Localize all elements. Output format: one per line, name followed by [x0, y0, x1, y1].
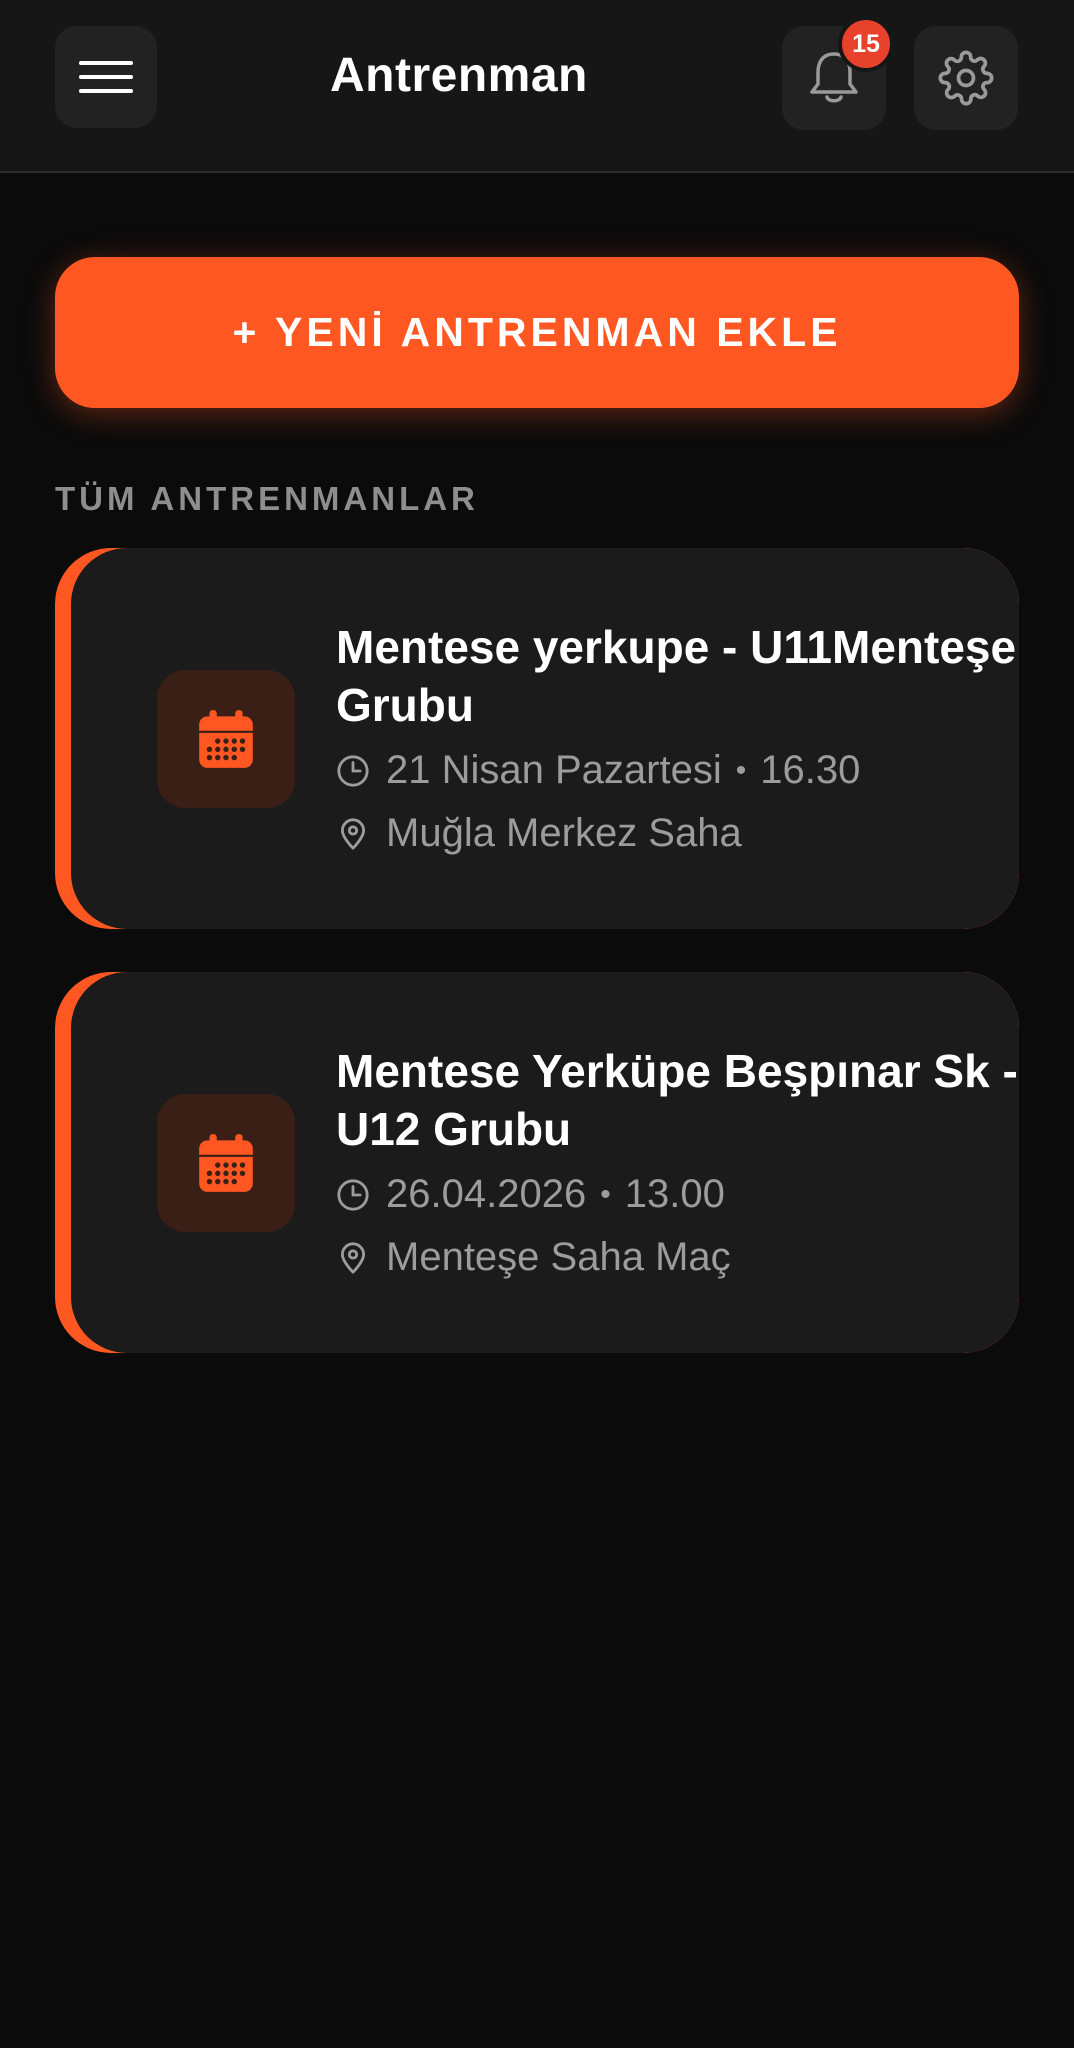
training-location: Muğla Merkez Saha	[386, 811, 742, 855]
training-card-body: Mentese yerkupe - U11Menteşe Grubu 21 Ni…	[71, 548, 1019, 929]
notification-badge: 15	[838, 16, 894, 72]
training-time-row: 21 Nisan Pazartesi • 16.30	[336, 748, 860, 793]
clock-icon	[337, 1178, 369, 1211]
clock-icon	[337, 754, 369, 787]
training-time: 16.30	[760, 748, 861, 792]
section-title: TÜM ANTRENMANLAR	[55, 480, 479, 517]
calendar-icon	[199, 710, 253, 768]
training-card[interactable]: Mentese Yerküpe Beşpınar Sk - U12 Grubu …	[55, 972, 1019, 1353]
menu-button[interactable]	[55, 26, 157, 128]
separator-dot: •	[600, 1177, 611, 1211]
add-training-button[interactable]: + YENİ ANTRENMAN EKLE	[55, 257, 1019, 408]
training-card-body: Mentese Yerküpe Beşpınar Sk - U12 Grubu …	[71, 972, 1019, 1353]
training-icon-box	[157, 1094, 295, 1232]
training-location: Menteşe Saha Maç	[386, 1235, 731, 1279]
training-time: 13.00	[624, 1172, 725, 1216]
location-pin-icon	[340, 1241, 366, 1274]
training-icon-box	[157, 670, 295, 808]
training-title: Mentese Yerküpe Beşpınar Sk - U12 Grubu	[336, 1045, 1018, 1155]
location-pin-icon	[340, 817, 366, 850]
gear-icon	[938, 50, 994, 106]
training-time-row: 26.04.2026 • 13.00	[336, 1172, 725, 1217]
training-date: 21 Nisan Pazartesi	[386, 748, 722, 792]
calendar-icon	[199, 1134, 253, 1192]
training-location-row: Muğla Merkez Saha	[336, 811, 742, 856]
separator-dot: •	[735, 753, 747, 787]
hamburger-menu-icon	[79, 61, 133, 93]
settings-button[interactable]	[914, 26, 1018, 130]
app-header: Antrenman 15	[0, 0, 1074, 173]
training-date: 26.04.2026	[386, 1172, 587, 1216]
page-title: Antrenman	[330, 49, 588, 102]
training-location-row: Menteşe Saha Maç	[336, 1235, 731, 1280]
training-card[interactable]: Mentese yerkupe - U11Menteşe Grubu 21 Ni…	[55, 548, 1019, 929]
training-title: Mentese yerkupe - U11Menteşe Grubu	[336, 621, 1017, 731]
